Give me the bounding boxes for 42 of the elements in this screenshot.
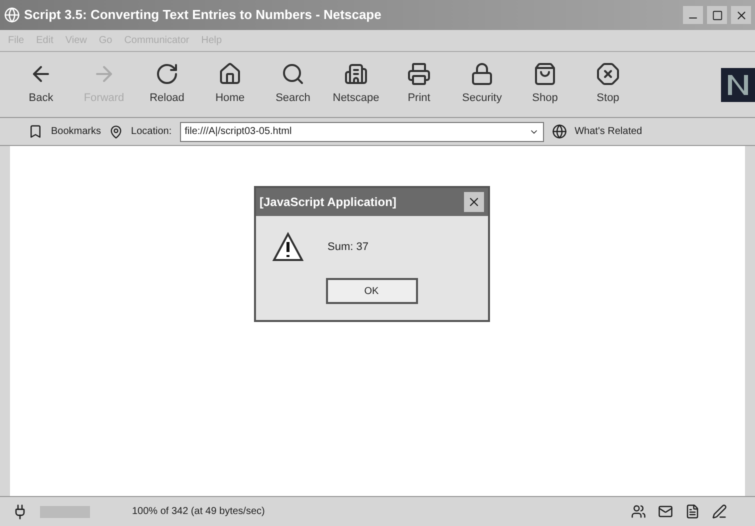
document-icon[interactable] <box>685 504 700 519</box>
related-button[interactable]: What's Related <box>574 124 642 139</box>
house-icon <box>218 62 242 86</box>
ok-button[interactable]: OK <box>326 278 418 304</box>
toolbar-button[interactable]: Home <box>205 62 255 107</box>
stop-icon <box>596 62 620 86</box>
people-icon[interactable] <box>631 504 646 519</box>
maximize-icon <box>712 10 722 20</box>
reload-icon <box>155 62 179 86</box>
toolbar-button[interactable]: Shop <box>520 62 570 107</box>
status-text: 100% of 342 (at 49 bytes/sec) <box>132 505 266 519</box>
lock-icon <box>470 62 494 86</box>
close-icon <box>734 8 748 22</box>
dialog-title: [JavaScript Application] <box>260 194 398 211</box>
location-icon <box>109 124 124 138</box>
warning-icon <box>272 232 304 262</box>
toolbar-button[interactable]: Search <box>268 62 318 107</box>
mail-icon[interactable] <box>658 504 673 519</box>
location-label: Location: <box>131 125 172 139</box>
toolbar-button[interactable]: Netscape <box>331 62 381 107</box>
bookmarks-button[interactable]: Bookmarks <box>51 124 102 139</box>
logo-icon <box>721 68 755 102</box>
toolbar-button[interactable]: Security <box>457 62 507 107</box>
globe-icon <box>552 124 567 139</box>
app-icon <box>4 7 20 23</box>
search-icon <box>281 62 305 86</box>
bag-icon <box>533 62 557 86</box>
printer-icon <box>407 62 431 86</box>
building-icon <box>344 62 368 86</box>
minimize-button[interactable] <box>683 6 703 24</box>
dialog-message: Sum: 37 <box>328 240 368 255</box>
toolbar-button[interactable]: Print <box>394 62 444 107</box>
maximize-button[interactable] <box>707 6 727 24</box>
bookmark-icon <box>28 124 43 139</box>
window-title: Script 3.5: Converting Text Entries to Numbers - Netscape <box>24 6 382 24</box>
close-button[interactable] <box>464 192 484 212</box>
toolbar-button[interactable]: Reload <box>142 62 192 107</box>
close-button[interactable] <box>731 6 751 24</box>
toolbar-button[interactable]: Stop <box>583 62 633 107</box>
toolbar-button[interactable]: Back <box>16 62 66 107</box>
pen-icon[interactable] <box>712 504 727 519</box>
url-field[interactable]: file:///A|/script03-05.html <box>180 122 544 142</box>
